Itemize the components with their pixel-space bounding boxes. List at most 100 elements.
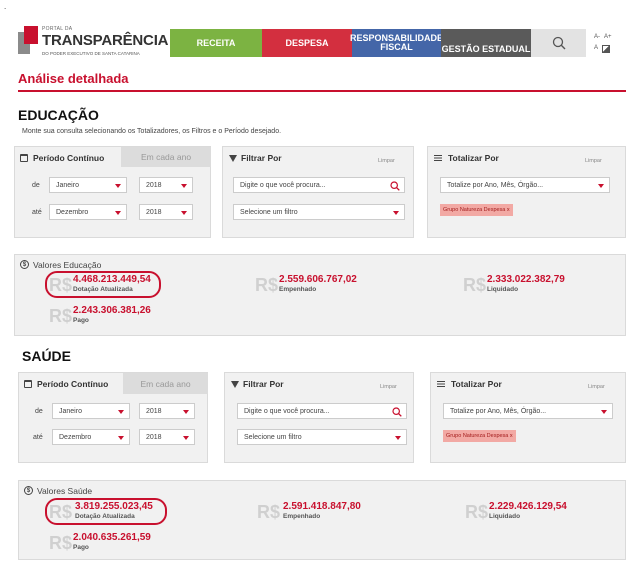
to-year-value: 2018 — [146, 208, 162, 216]
to-label: até — [33, 434, 43, 441]
filter-icon — [229, 155, 237, 162]
contrast-icon[interactable] — [602, 44, 611, 53]
search-input[interactable]: Digite o que você procura... — [233, 177, 405, 193]
font-size-controls: A- A+ A — [586, 29, 626, 57]
search-button[interactable] — [531, 29, 586, 57]
chevron-down-icon — [395, 436, 401, 440]
value-liquidado: 2.229.426.129,54 — [489, 501, 567, 512]
nav-resp-line2: FISCAL — [380, 42, 413, 52]
chevron-down-icon — [183, 410, 189, 414]
totalize-select-value: Totalize por Ano, Mês, Órgão... — [450, 407, 547, 415]
dollar-icon: $ — [24, 486, 33, 495]
from-year-select[interactable]: 2018 — [139, 177, 193, 193]
nav-gestao-estadual[interactable]: GESTÃO ESTADUAL — [441, 29, 531, 57]
to-month-value: Dezembro — [56, 208, 89, 216]
chevron-down-icon — [181, 184, 187, 188]
to-month-select[interactable]: Dezembro — [49, 204, 127, 220]
logo-title: TRANSPARÊNCIA — [42, 32, 169, 49]
totalize-select[interactable]: Totalize por Ano, Mês, Órgão... — [440, 177, 610, 193]
font-decrease-button[interactable]: A- — [594, 33, 600, 42]
chevron-down-icon — [601, 410, 607, 414]
portal-logo[interactable]: PORTAL DA TRANSPARÊNCIA DO PODER EXECUTI… — [18, 24, 168, 60]
filter-select[interactable]: Selecione um filtro — [237, 429, 407, 445]
from-month-select[interactable]: Janeiro — [49, 177, 127, 193]
currency-symbol: R$ — [49, 533, 73, 553]
label-pago: Pago — [73, 317, 89, 324]
currency-symbol: R$ — [463, 275, 487, 295]
calendar-icon — [24, 380, 32, 388]
chevron-down-icon — [183, 436, 189, 440]
tab-periodo-continuo[interactable]: Período Contínuo — [33, 153, 104, 163]
search-icon — [552, 36, 565, 50]
totalize-select[interactable]: Totalize por Ano, Mês, Órgão... — [443, 403, 613, 419]
section-title-saude: SAÚDE — [22, 348, 72, 364]
totalize-tag[interactable]: Grupo Natureza Despesa x — [440, 204, 513, 216]
chevron-down-icon — [393, 211, 399, 215]
totalize-clear-link[interactable]: Limpar — [588, 384, 605, 390]
filter-title: Filtrar Por — [243, 379, 284, 389]
filter-select-value: Selecione um filtro — [244, 433, 302, 441]
label-liquidado: Liquidado — [487, 286, 519, 293]
values-title: Valores Saúde — [37, 486, 93, 496]
page-title: Análise detalhada — [18, 71, 129, 86]
label-empenhado: Empenhado — [279, 286, 317, 293]
value-pago: 2.040.635.261,59 — [73, 532, 151, 543]
from-month-value: Janeiro — [56, 181, 79, 189]
tab-em-cada-ano[interactable]: Em cada ano — [121, 147, 211, 167]
from-year-value: 2018 — [146, 181, 162, 189]
nav-receita[interactable]: RECEITA — [170, 29, 262, 57]
filter-select[interactable]: Selecione um filtro — [233, 204, 405, 220]
currency-symbol: R$ — [257, 502, 281, 522]
nav-responsabilidade-fiscal[interactable]: RESPONSABILIDADE FISCAL — [350, 29, 443, 57]
from-month-select[interactable]: Janeiro — [52, 403, 130, 419]
period-panel: Em cada ano Período Contínuo de Janeiro … — [18, 372, 208, 463]
to-label: até — [32, 209, 42, 216]
list-icon — [437, 381, 445, 388]
currency-symbol: R$ — [49, 306, 73, 326]
logo-mark-icon — [18, 26, 38, 54]
to-year-select[interactable]: 2018 — [139, 429, 195, 445]
chevron-down-icon — [118, 436, 124, 440]
totalize-title: Totalizar Por — [448, 153, 499, 163]
to-month-select[interactable]: Dezembro — [52, 429, 130, 445]
to-month-value: Dezembro — [59, 433, 92, 441]
to-year-value: 2018 — [146, 433, 162, 441]
values-panel: $ Valores Saúde R$ 3.819.255.023,45 Dota… — [18, 480, 626, 560]
currency-symbol: R$ — [255, 275, 279, 295]
section-description: Monte sua consulta selecionando os Total… — [22, 128, 282, 135]
totalize-select-value: Totalize por Ano, Mês, Órgão... — [447, 181, 544, 189]
totalize-clear-link[interactable]: Limpar — [585, 158, 602, 164]
currency-symbol: R$ — [465, 502, 489, 522]
search-icon — [392, 407, 402, 417]
chevron-down-icon — [115, 184, 121, 188]
section-title-educacao: EDUCAÇÃO — [18, 107, 99, 123]
title-divider — [18, 90, 626, 92]
from-month-value: Janeiro — [59, 407, 82, 415]
tab-em-cada-ano[interactable]: Em cada ano — [123, 373, 208, 394]
calendar-icon — [20, 154, 28, 162]
label-empenhado: Empenhado — [283, 513, 321, 520]
filter-clear-link[interactable]: Limpar — [380, 384, 397, 390]
filter-title: Filtrar Por — [241, 153, 282, 163]
label-pago: Pago — [73, 544, 89, 551]
filter-icon — [231, 381, 239, 388]
totalize-tag[interactable]: Grupo Natureza Despesa x — [443, 430, 516, 442]
period-panel: Em cada ano Período Contínuo de Janeiro … — [14, 146, 211, 238]
filter-select-value: Selecione um filtro — [240, 208, 298, 216]
font-increase-button[interactable]: A+ — [604, 33, 612, 42]
value-empenhado: 2.591.418.847,80 — [283, 501, 361, 512]
values-panel: $ Valores Educação R$ 4.468.213.449,54 D… — [14, 254, 626, 336]
value-dotacao: 3.819.255.023,45 — [75, 501, 153, 512]
from-year-value: 2018 — [146, 407, 162, 415]
chevron-down-icon — [115, 211, 121, 215]
from-year-select[interactable]: 2018 — [139, 403, 195, 419]
currency-symbol: R$ — [49, 275, 73, 295]
search-placeholder: Digite o que você procura... — [240, 181, 326, 189]
nav-despesa[interactable]: DESPESA — [262, 29, 352, 57]
filter-clear-link[interactable]: Limpar — [378, 158, 395, 164]
chevron-down-icon — [598, 184, 604, 188]
tab-periodo-continuo[interactable]: Período Contínuo — [37, 379, 108, 389]
search-input[interactable]: Digite o que você procura... — [237, 403, 407, 419]
dollar-icon: $ — [20, 260, 29, 269]
to-year-select[interactable]: 2018 — [139, 204, 193, 220]
